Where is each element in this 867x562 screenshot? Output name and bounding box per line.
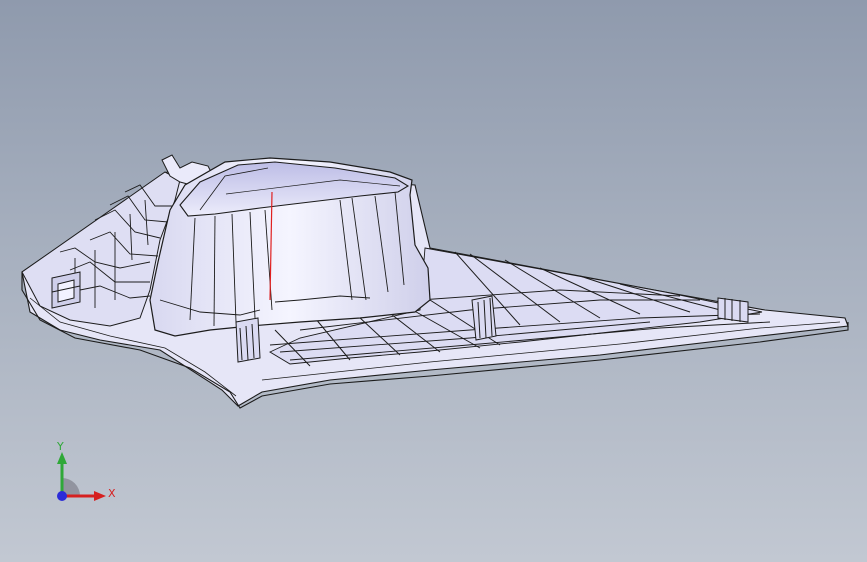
axis-triad: Y X <box>56 440 116 501</box>
y-axis-arrow <box>57 452 67 464</box>
z-axis-dot <box>57 491 67 501</box>
cad-part-model[interactable] <box>0 0 867 562</box>
graphics-viewport[interactable]: Y X <box>0 0 867 562</box>
clip-center <box>235 317 261 363</box>
x-axis-label: X <box>108 487 116 500</box>
clip-right <box>471 295 497 341</box>
left-clip <box>51 271 81 309</box>
y-axis-label: Y <box>56 440 64 453</box>
x-axis-arrow <box>94 491 106 501</box>
clip-far-right <box>717 297 749 323</box>
